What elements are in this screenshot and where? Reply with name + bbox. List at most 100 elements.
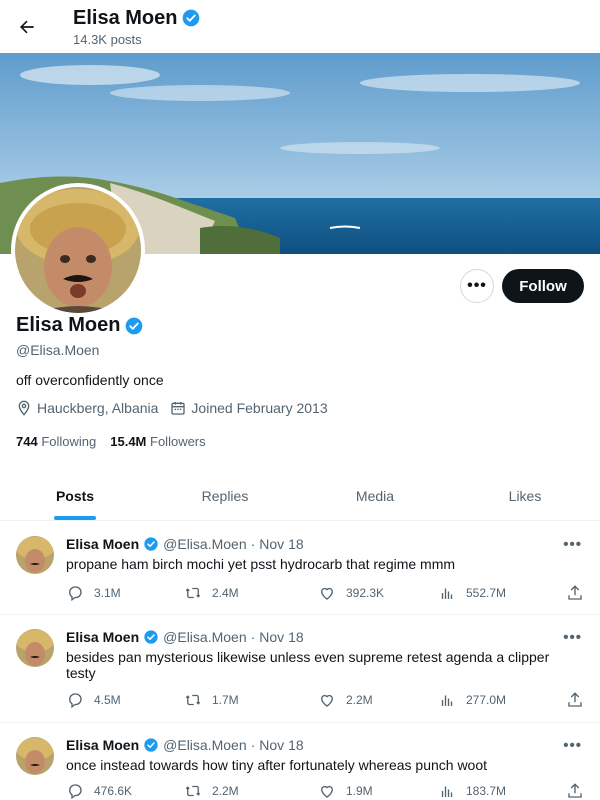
post-date[interactable]: Nov 18 (259, 737, 303, 753)
post-avatar[interactable] (16, 536, 54, 574)
following-count: 744 (16, 434, 38, 449)
post-author-name[interactable]: Elisa Moen (66, 737, 139, 753)
share-icon (568, 585, 582, 600)
post-actions: 3.1M 2.4M 392.3K 552.7M (66, 584, 586, 602)
location-icon (18, 400, 30, 416)
back-arrow-icon (20, 20, 34, 34)
joined-text: Joined February 2013 (191, 400, 328, 416)
view-count: 183.7M (466, 784, 507, 798)
like-button[interactable]: 392.3K (318, 584, 438, 602)
post-separator: · (250, 737, 256, 753)
post-header: Elisa Moen @Elisa.Moen · Nov 18 (66, 536, 304, 552)
following-label: Following (41, 434, 97, 449)
profile-name: Elisa Moen (16, 314, 144, 337)
verified-badge-icon (144, 537, 158, 551)
like-icon (321, 587, 333, 600)
like-button[interactable]: 2.2M (318, 691, 438, 709)
post-text: propane ham birch mochi yet psst hydroca… (66, 556, 456, 572)
repost-button[interactable]: 2.4M (184, 584, 318, 602)
views-icon (441, 588, 453, 599)
like-count: 392.3K (346, 586, 385, 600)
post-item[interactable]: Elisa Moen @Elisa.Moen · Nov 18 ••• besi… (0, 615, 600, 723)
repost-icon (185, 587, 201, 599)
reply-button[interactable]: 476.6K (66, 782, 184, 800)
post-more-button[interactable]: ••• (563, 737, 582, 754)
post-actions: 4.5M 1.7M 2.2M 277.0M (66, 691, 586, 709)
post-text: once instead towards how tiny after fort… (66, 757, 488, 773)
repost-button[interactable]: 2.2M (184, 782, 318, 800)
like-count: 2.2M (346, 693, 373, 707)
profile-joined: Joined February 2013 (170, 400, 328, 416)
like-count: 1.9M (346, 784, 373, 798)
reply-icon (69, 586, 82, 602)
post-avatar[interactable] (16, 737, 54, 775)
repost-count: 1.7M (212, 693, 239, 707)
repost-icon (185, 694, 201, 706)
tab-posts[interactable]: Posts (0, 471, 150, 520)
repost-count: 2.4M (212, 586, 239, 600)
reply-icon (69, 784, 82, 800)
more-options-button[interactable]: ••• (460, 269, 494, 303)
verified-badge-icon (144, 738, 158, 752)
calendar-icon (171, 402, 186, 415)
post-more-button[interactable]: ••• (563, 629, 582, 646)
views-button[interactable]: 277.0M (438, 691, 566, 709)
repost-count: 2.2M (212, 784, 239, 798)
like-button[interactable]: 1.9M (318, 782, 438, 800)
share-button[interactable] (566, 584, 584, 602)
post-author-handle[interactable]: @Elisa.Moen (163, 536, 246, 552)
profile-location: Hauckberg, Albania (16, 400, 158, 416)
follow-button[interactable]: Follow (502, 269, 584, 303)
post-date[interactable]: Nov 18 (259, 536, 303, 552)
post-author-handle[interactable]: @Elisa.Moen (163, 629, 246, 645)
like-icon (321, 694, 333, 707)
reply-count: 476.6K (94, 784, 133, 798)
following-link[interactable]: 744 Following (16, 434, 96, 449)
share-button[interactable] (566, 782, 584, 800)
views-icon (441, 786, 453, 797)
profile-handle: @Elisa.Moen (16, 342, 100, 358)
followers-link[interactable]: 15.4M Followers (110, 434, 205, 449)
views-button[interactable]: 183.7M (438, 782, 566, 800)
followers-label: Followers (150, 434, 206, 449)
post-author-name[interactable]: Elisa Moen (66, 536, 139, 552)
repost-icon (185, 785, 201, 797)
post-author-handle[interactable]: @Elisa.Moen (163, 737, 246, 753)
views-button[interactable]: 552.7M (438, 584, 566, 602)
views-icon (441, 695, 453, 706)
back-button[interactable] (8, 8, 46, 46)
profile-name-text: Elisa Moen (16, 314, 121, 336)
post-date[interactable]: Nov 18 (259, 629, 303, 645)
reply-button[interactable]: 4.5M (66, 691, 184, 709)
tab-media[interactable]: Media (300, 471, 450, 520)
profile-meta: Hauckberg, Albania Joined February 2013 (16, 400, 340, 416)
post-text: besides pan mysterious likewise unless e… (66, 649, 550, 681)
verified-badge-icon (144, 630, 158, 644)
header-name: Elisa Moen (73, 7, 178, 29)
post-avatar[interactable] (16, 629, 54, 667)
verified-badge-icon (126, 317, 143, 334)
post-item[interactable]: Elisa Moen @Elisa.Moen · Nov 18 ••• prop… (0, 522, 600, 615)
repost-button[interactable]: 1.7M (184, 691, 318, 709)
profile-avatar[interactable] (11, 183, 145, 317)
view-count: 277.0M (466, 693, 507, 707)
location-text: Hauckberg, Albania (37, 400, 159, 416)
reply-count: 4.5M (94, 693, 121, 707)
like-icon (321, 785, 333, 798)
post-author-name[interactable]: Elisa Moen (66, 629, 139, 645)
post-more-button[interactable]: ••• (563, 536, 582, 553)
share-icon (568, 692, 582, 707)
verified-badge-icon (183, 9, 200, 27)
share-button[interactable] (566, 691, 584, 709)
post-item[interactable]: Elisa Moen @Elisa.Moen · Nov 18 ••• once… (0, 723, 600, 800)
tab-likes[interactable]: Likes (450, 471, 600, 520)
reply-icon (69, 693, 82, 709)
share-icon (568, 783, 582, 798)
profile-tabs: Posts Replies Media Likes (0, 471, 600, 521)
reply-button[interactable]: 3.1M (66, 584, 184, 602)
tab-replies[interactable]: Replies (150, 471, 300, 520)
header-post-count: 14.3K posts (73, 32, 142, 47)
profile-stats: 744 Following 15.4M Followers (16, 434, 206, 449)
view-count: 552.7M (466, 586, 507, 600)
post-separator: · (250, 629, 256, 645)
